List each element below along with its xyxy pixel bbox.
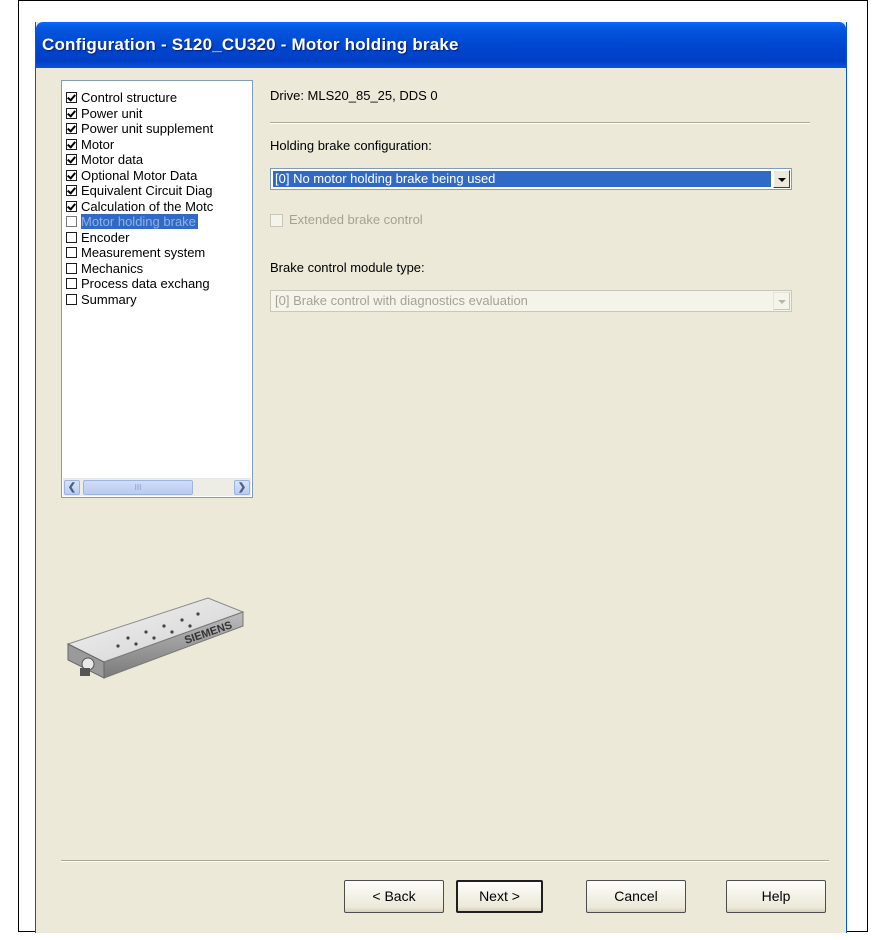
checkbox-checked-icon[interactable]	[66, 169, 77, 181]
checkbox-unchecked-icon[interactable]	[66, 231, 77, 243]
nav-item-label: Calculation of the Motc	[81, 198, 214, 214]
checkbox-checked-icon[interactable]	[66, 154, 77, 165]
scroll-thumb[interactable]: III	[83, 480, 193, 495]
nav-item[interactable]: Optional Motor Data	[64, 168, 250, 184]
nav-item[interactable]: Process data exchang	[64, 276, 250, 292]
scroll-left-button[interactable]: ❮	[64, 480, 80, 495]
nav-item[interactable]: Calculation of the Motc	[64, 199, 250, 215]
header-divider	[270, 122, 810, 124]
nav-item[interactable]: Summary	[64, 292, 250, 308]
nav-item[interactable]: Control structure	[64, 90, 250, 106]
chevron-down-icon	[773, 292, 790, 310]
motor-product-image: SIEMENS	[66, 597, 245, 679]
footer-divider	[61, 860, 829, 862]
nav-item-label: Equivalent Circuit Diag	[81, 183, 213, 198]
navigation-list[interactable]: Control structure Power unit Power unit su…	[61, 80, 253, 498]
nav-item[interactable]: Power unit	[64, 106, 250, 122]
back-button[interactable]: < Back	[344, 880, 444, 913]
chevron-right-icon: ❯	[237, 482, 247, 493]
title-bar[interactable]: Configuration - S120_CU320 - Motor holdi…	[36, 22, 846, 68]
brake-module-label: Brake control module type:	[270, 260, 425, 275]
configuration-dialog: Configuration - S120_CU320 - Motor holdi…	[35, 22, 847, 933]
nav-item-label: Power unit	[81, 105, 143, 121]
help-button[interactable]: Help	[726, 880, 826, 913]
nav-item-label: Power unit supplement	[81, 121, 214, 136]
brake-module-select[interactable]: [0] Brake control with diagnostics evalu…	[270, 290, 792, 312]
brake-module-value: [0] Brake control with diagnostics evalu…	[275, 293, 528, 308]
window-title: Configuration - S120_CU320 - Motor holdi…	[42, 35, 459, 54]
extended-brake-checkbox[interactable]: Extended brake control	[270, 212, 423, 227]
checkbox-checked-icon[interactable]	[66, 107, 77, 119]
nav-item[interactable]: Motor	[64, 137, 250, 153]
checkbox-unchecked-icon[interactable]	[66, 262, 77, 274]
nav-item[interactable]: Measurement system	[64, 245, 250, 261]
nav-item-label: Control structure	[81, 90, 178, 105]
checkbox-checked-icon[interactable]	[66, 200, 77, 212]
checkbox-unchecked-icon[interactable]	[66, 216, 77, 227]
nav-item[interactable]: Motor data	[64, 152, 250, 168]
chevron-down-icon[interactable]	[773, 170, 790, 188]
nav-item-label: Optional Motor Data	[81, 167, 198, 183]
nav-item-label: Encoder	[81, 229, 130, 245]
checkbox-unchecked-icon[interactable]	[66, 278, 77, 289]
navigation-items: Control structure Power unit Power unit su…	[64, 90, 250, 307]
holding-brake-value: [0] No motor holding brake being used	[272, 170, 772, 188]
holding-brake-label: Holding brake configuration:	[270, 138, 432, 153]
nav-item-label: Measurement system	[81, 245, 206, 260]
horizontal-scrollbar[interactable]: ❮ III ❯	[63, 478, 251, 496]
holding-brake-select[interactable]: [0] No motor holding brake being used	[270, 168, 792, 190]
nav-item-label: Motor holding brake	[81, 214, 198, 229]
checkbox-checked-icon[interactable]	[66, 92, 77, 103]
nav-item-label: Process data exchang	[81, 276, 210, 291]
checkbox-unchecked-icon[interactable]	[66, 293, 77, 305]
nav-item-label: Summary	[81, 291, 137, 307]
nav-item-label: Motor	[81, 136, 115, 152]
nav-item[interactable]: Mechanics	[64, 261, 250, 277]
checkbox-checked-icon[interactable]	[66, 138, 77, 150]
nav-item[interactable]: Equivalent Circuit Diag	[64, 183, 250, 199]
nav-item[interactable]: Power unit supplement	[64, 121, 250, 137]
checkbox-box	[270, 214, 283, 227]
checkbox-unchecked-icon[interactable]	[66, 247, 77, 258]
scroll-right-button[interactable]: ❯	[234, 480, 250, 495]
nav-item-label: Mechanics	[81, 260, 144, 276]
chevron-left-icon: ❮	[67, 482, 77, 493]
nav-item[interactable]: Motor holding brake	[64, 214, 250, 230]
nav-item[interactable]: Encoder	[64, 230, 250, 246]
drive-label: Drive: MLS20_85_25, DDS 0	[270, 88, 438, 103]
checkbox-checked-icon[interactable]	[66, 185, 77, 196]
checkbox-checked-icon[interactable]	[66, 123, 77, 134]
cancel-button[interactable]: Cancel	[586, 880, 686, 913]
scroll-thumb-grip: III	[134, 483, 142, 492]
extended-brake-label: Extended brake control	[289, 212, 423, 227]
next-button[interactable]: Next >	[456, 880, 543, 913]
nav-item-label: Motor data	[81, 152, 144, 167]
